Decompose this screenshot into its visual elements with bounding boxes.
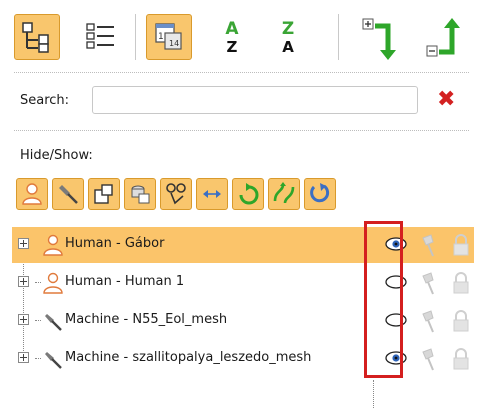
rotate-blue-icon: [310, 183, 330, 203]
pin-icon[interactable]: [417, 346, 441, 372]
collapse-all-icon: [426, 18, 460, 57]
hide-show-shape-button[interactable]: [88, 178, 120, 210]
human-icon: [43, 234, 63, 256]
hammer-icon: [59, 185, 78, 204]
tree-view-button[interactable]: [14, 14, 60, 60]
hide-show-swap-button[interactable]: [268, 178, 300, 210]
waypoint-icon: [166, 183, 186, 205]
svg-text:A: A: [225, 19, 239, 39]
shape-icon: [94, 184, 113, 204]
pin-icon[interactable]: [417, 308, 441, 334]
sort-z-a-button[interactable]: Z A: [268, 14, 308, 58]
hide-show-rotate-blue-button[interactable]: [304, 178, 336, 210]
rotate-green-icon: [239, 183, 259, 205]
hide-show-group-button[interactable]: [124, 178, 156, 210]
tree-connector: [35, 320, 41, 321]
expand-all-button[interactable]: [358, 14, 402, 64]
sort-a-z-button[interactable]: A Z: [212, 14, 252, 58]
tree-row-label: Human - Gábor: [65, 236, 165, 251]
column-guide-line: [373, 380, 375, 408]
expand-icon[interactable]: [18, 352, 29, 363]
tree-connector: [35, 358, 41, 359]
human-icon: [22, 183, 42, 205]
object-panel: 17 14 A Z Z A Search: ✖ Hide/Show: Human…: [0, 0, 485, 408]
divider: [14, 130, 469, 131]
hide-show-waypoint-button[interactable]: [160, 178, 192, 210]
clear-search-icon[interactable]: ✖: [437, 89, 455, 111]
expand-icon[interactable]: [18, 238, 29, 249]
lock-icon[interactable]: [452, 271, 470, 295]
hide-show-arrows-button[interactable]: [196, 178, 228, 210]
tree-view-icon: [22, 22, 49, 53]
calendar-icon: 17 14: [155, 23, 182, 50]
group-icon: [131, 185, 150, 204]
svg-text:Z: Z: [227, 38, 238, 56]
pin-icon[interactable]: [417, 232, 441, 258]
collapse-all-button[interactable]: [420, 14, 470, 64]
toolbar-separator: [135, 14, 136, 60]
svg-text:14: 14: [169, 39, 179, 48]
visibility-column-highlight: [364, 221, 403, 378]
hide-show-label: Hide/Show:: [20, 148, 93, 163]
pin-icon[interactable]: [417, 270, 441, 296]
tree-row[interactable]: Human - Human 1: [12, 265, 474, 301]
sort-a-z-icon: A Z: [225, 19, 239, 56]
calendar-button[interactable]: 17 14: [146, 14, 192, 60]
tree-row-label: Machine - szallitopalya_leszedo_mesh: [65, 350, 312, 365]
list-view-button[interactable]: [78, 14, 122, 58]
search-label: Search:: [20, 93, 70, 108]
hide-show-rotate-green-button[interactable]: [232, 178, 264, 210]
tree-connector: [35, 282, 41, 283]
tree-row-label: Human - Human 1: [65, 274, 185, 289]
arrows-icon: [203, 190, 221, 198]
hammer-icon: [45, 352, 62, 369]
hide-show-machine-button[interactable]: [52, 178, 84, 210]
lock-icon[interactable]: [452, 309, 470, 333]
expand-icon[interactable]: [18, 276, 29, 287]
swap-icon: [273, 182, 295, 204]
expand-all-icon: [362, 18, 396, 60]
lock-icon[interactable]: [452, 233, 470, 257]
lock-icon[interactable]: [452, 347, 470, 371]
search-input[interactable]: [92, 86, 418, 114]
hammer-icon: [45, 314, 62, 331]
tree-row-label: Machine - N55_Eol_mesh: [65, 312, 228, 327]
tree-row[interactable]: Machine - N55_Eol_mesh: [12, 303, 474, 339]
hide-show-human-button[interactable]: [16, 178, 48, 210]
divider: [14, 72, 469, 73]
tree-row[interactable]: Machine - szallitopalya_leszedo_mesh: [12, 341, 474, 377]
toolbar-separator: [338, 14, 339, 60]
expand-icon[interactable]: [18, 314, 29, 325]
svg-text:Z: Z: [282, 19, 294, 39]
svg-text:A: A: [282, 38, 294, 56]
human-icon: [43, 272, 63, 294]
tree-row[interactable]: Human - Gábor: [12, 227, 474, 263]
list-view-icon: [86, 23, 114, 49]
sort-z-a-icon: Z A: [282, 19, 294, 56]
